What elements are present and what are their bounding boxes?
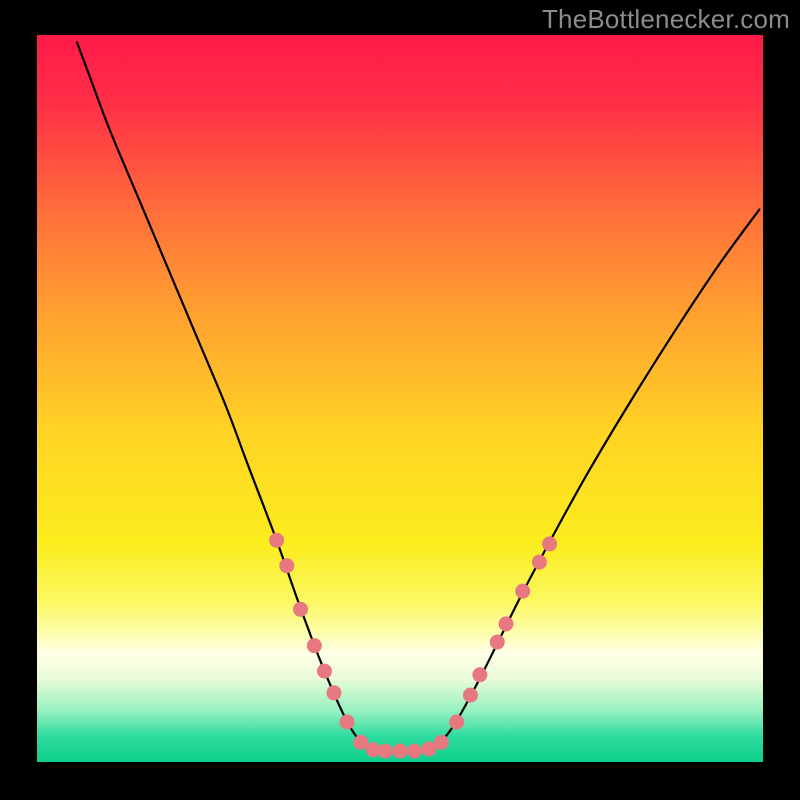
chart-svg: [37, 35, 763, 762]
marker-point: [515, 584, 530, 599]
marker-point: [326, 685, 341, 700]
marker-point: [407, 744, 422, 759]
marker-point: [490, 635, 505, 650]
marker-point: [340, 715, 355, 730]
marker-point: [498, 616, 513, 631]
marker-point: [532, 555, 547, 570]
chart-plot-area: [37, 35, 763, 762]
watermark-label: TheBottlenecker.com: [542, 4, 790, 35]
marker-point: [449, 715, 464, 730]
marker-point: [463, 688, 478, 703]
marker-point: [378, 744, 393, 759]
chart-background: [37, 35, 763, 762]
chart-frame: TheBottlenecker.com: [0, 0, 800, 800]
marker-point: [279, 558, 294, 573]
marker-point: [307, 638, 322, 653]
marker-point: [472, 667, 487, 682]
marker-point: [293, 602, 308, 617]
marker-point: [393, 744, 408, 759]
marker-point: [434, 735, 449, 750]
marker-point: [317, 664, 332, 679]
marker-point: [269, 533, 284, 548]
marker-point: [542, 536, 557, 551]
